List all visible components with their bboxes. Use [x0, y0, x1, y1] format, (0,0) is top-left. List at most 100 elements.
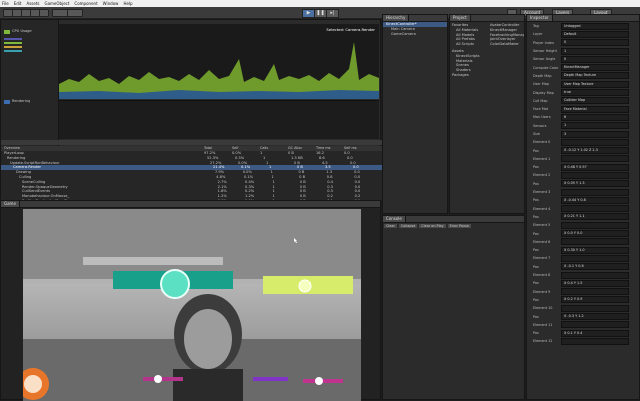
field-value[interactable] [561, 321, 629, 329]
field-label: Element 2 [533, 173, 551, 178]
rect-tool-button[interactable] [39, 9, 49, 17]
project-panel: Project Favorites All Materials All Mode… [449, 14, 525, 214]
inspector-field: Sensors 1 [527, 122, 639, 130]
packages-folder[interactable]: Packages [452, 73, 488, 78]
inspector-field: Depth Map Depth Map Texture [527, 72, 639, 80]
field-value[interactable]: X -0.3 Y 1.2 [561, 313, 629, 321]
inspector-field: Element 11 [527, 321, 639, 329]
field-label: Pos [533, 231, 539, 236]
field-label: Element 4 [533, 206, 551, 211]
field-value[interactable] [561, 254, 629, 262]
field-label: Pos [533, 148, 539, 153]
menu-assets[interactable]: Assets [26, 1, 39, 6]
field-value[interactable]: X 0.21 Y 1.1 [561, 213, 629, 221]
field-value[interactable]: Default [561, 30, 629, 38]
field-label: Sensors [533, 123, 547, 128]
menu-help[interactable]: Help [123, 1, 132, 6]
field-value[interactable]: X 0.4 Y 1.5 [561, 279, 629, 287]
error-pause-button[interactable]: Error Pause [447, 224, 471, 228]
field-value[interactable]: X 0.48 Y 0.97 [561, 163, 629, 171]
inspector-field: Element 12 [527, 337, 639, 345]
menu-file[interactable]: File [2, 1, 9, 6]
field-value[interactable]: X 0.0 Y 0.0 [561, 230, 629, 238]
field-value[interactable]: 6 [561, 113, 629, 121]
cpu-legend [4, 38, 44, 58]
menu-gameobject[interactable]: GameObject [44, 1, 69, 6]
favorites-item[interactable]: All Scripts [452, 42, 488, 47]
field-value[interactable]: 3 [561, 130, 629, 138]
project-folder-tree: Favorites All Materials All Models All P… [452, 23, 488, 78]
tab-inspector[interactable]: Inspector [527, 15, 553, 21]
menu-window[interactable]: Window [103, 1, 119, 6]
field-value[interactable] [561, 238, 629, 246]
field-label: User Map [533, 82, 549, 87]
field-value[interactable] [561, 205, 629, 213]
field-value[interactable]: X 0.2 Y 0.9 [561, 296, 629, 304]
field-value[interactable]: Face Material [561, 105, 629, 113]
tab-game[interactable]: Game [1, 201, 20, 207]
field-value[interactable] [561, 304, 629, 312]
inspector-field: Sensor Angle 0 [527, 55, 639, 63]
field-value[interactable] [561, 155, 629, 163]
tab-hierarchy[interactable]: Hierarchy [383, 15, 410, 21]
menu-edit[interactable]: Edit [14, 1, 22, 6]
inspector-field: Sensor Height 1 [527, 47, 639, 55]
field-value[interactable]: KinectManager [561, 64, 629, 72]
field-value[interactable]: Untagged [561, 22, 629, 30]
global-toggle[interactable] [67, 9, 83, 17]
hierarchy-item[interactable]: GameCamera [383, 32, 447, 37]
collapse-button[interactable]: Collapse [398, 224, 418, 228]
clear-on-play-button[interactable]: Clear on Play [419, 224, 446, 228]
cpu-color-swatch [4, 30, 10, 34]
inspector-field: Pos X 0.05 Y 1.3 [527, 180, 639, 188]
game-panel: Game [0, 200, 381, 401]
rendering-color-swatch [4, 100, 10, 104]
field-label: Element 6 [533, 239, 551, 244]
inspector-field: Player Index 0 [527, 39, 639, 47]
inspector-field: Element 10 [527, 304, 639, 312]
field-value[interactable]: 0 [561, 39, 629, 47]
field-value[interactable]: X 0.05 Y 1.3 [561, 180, 629, 188]
field-value[interactable] [561, 188, 629, 196]
field-value[interactable]: X -0.12 Y 1.02 Z 2.3 [561, 147, 629, 155]
field-label: Size [533, 132, 540, 136]
field-value[interactable] [561, 138, 629, 146]
field-value[interactable]: X -0.44 Y 0.8 [561, 196, 629, 204]
step-button[interactable]: ▸| [326, 9, 339, 18]
pivot-toggle[interactable] [52, 9, 68, 17]
rendering-graph[interactable] [59, 100, 379, 139]
inspector-fields: Tag Untagged Layer Default Player Index 0 Sens… [527, 22, 639, 346]
selected-sample-label: Selected: Camera.Render [326, 27, 375, 32]
menu-component[interactable]: Component [74, 1, 97, 6]
field-value[interactable] [561, 221, 629, 229]
cpu-graph[interactable]: Selected: Camera.Render [59, 24, 379, 99]
field-label: Sensor Height [533, 49, 557, 54]
field-value[interactable]: X 0.30 Y 1.0 [561, 246, 629, 254]
field-label: Player Index [533, 40, 554, 45]
field-value[interactable]: 1 [561, 47, 629, 55]
module-rendering[interactable]: Rendering [12, 99, 30, 104]
field-value[interactable]: true [561, 89, 629, 97]
field-value[interactable]: 0 [561, 55, 629, 63]
inspector-field: Pos X -0.1 Y 0.6 [527, 263, 639, 271]
inspector-field: Layer Default [527, 30, 639, 38]
file-item[interactable]: ColorDataMaker [490, 42, 524, 47]
tab-console[interactable]: Console [383, 216, 406, 222]
field-value[interactable]: X 0.1 Y 0.4 [561, 329, 629, 337]
field-value[interactable]: 1 [561, 122, 629, 130]
field-value[interactable]: User Map Texture [561, 80, 629, 88]
inspector-field: User Map User Map Texture [527, 80, 639, 88]
field-value[interactable]: X -0.1 Y 0.6 [561, 263, 629, 271]
field-value[interactable] [561, 337, 629, 345]
field-value[interactable] [561, 288, 629, 296]
field-value[interactable] [561, 271, 629, 279]
inspector-field: Element 2 [527, 171, 639, 179]
field-label: Pos [533, 297, 539, 302]
clear-button[interactable]: Clear [384, 224, 397, 228]
field-value[interactable] [561, 171, 629, 179]
field-value[interactable]: Depth Map Texture [561, 72, 629, 80]
tab-project[interactable]: Project [450, 15, 471, 21]
field-value[interactable]: Collider Map [561, 97, 629, 105]
module-cpu[interactable]: CPU Usage [12, 29, 32, 34]
game-viewport[interactable] [23, 209, 361, 401]
